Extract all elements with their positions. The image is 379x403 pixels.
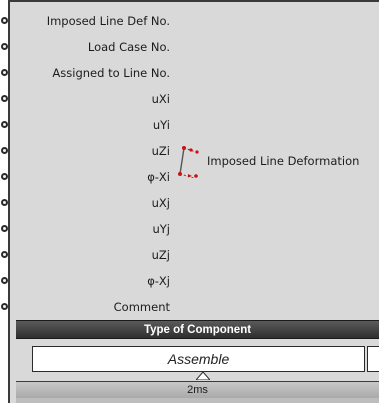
input-grip[interactable] — [1, 199, 8, 206]
grasshopper-component[interactable]: Imposed Line Def No. Load Case No. Assig… — [1, 0, 379, 403]
input-param-uzi[interactable]: uZi — [1, 138, 170, 164]
dropdown-pointer-icon — [196, 372, 210, 380]
canvas: Imposed Line Def No. Load Case No. Assig… — [0, 0, 379, 403]
input-param-phi-xj[interactable]: φ-Xj — [1, 268, 170, 294]
input-param-label: uXi — [151, 92, 170, 106]
component-name-label: Imposed Line Deformation — [207, 154, 360, 168]
input-parameter-list: Imposed Line Def No. Load Case No. Assig… — [1, 8, 170, 320]
input-grip[interactable] — [1, 147, 8, 154]
input-grip[interactable] — [1, 173, 8, 180]
profiler-timing-label: 2ms — [187, 384, 208, 396]
input-param-label: uZi — [151, 144, 170, 158]
input-param-label: Assigned to Line No. — [52, 66, 170, 80]
input-grip[interactable] — [1, 17, 8, 24]
type-of-component-label: Type of Component — [143, 323, 252, 336]
input-param-comment[interactable]: Comment — [1, 294, 170, 320]
input-param-label: Imposed Line Def No. — [46, 14, 170, 28]
component-bottom-edge — [16, 398, 379, 403]
component-type-dropdown[interactable]: Assemble — [32, 346, 365, 372]
input-param-label: uYi — [152, 118, 170, 132]
input-grip[interactable] — [1, 43, 8, 50]
input-grip[interactable] — [1, 69, 8, 76]
input-grip[interactable] — [1, 225, 8, 232]
input-param-assigned-to-line-no[interactable]: Assigned to Line No. — [1, 60, 170, 86]
dropdown-adjacent-box[interactable] — [367, 346, 379, 372]
component-type-value: Assemble — [167, 351, 230, 367]
input-grip[interactable] — [1, 121, 8, 128]
input-grip[interactable] — [1, 251, 8, 258]
input-param-load-case-no[interactable]: Load Case No. — [1, 34, 170, 60]
input-param-uyj[interactable]: uYj — [1, 216, 170, 242]
input-param-imposed-line-def-no[interactable]: Imposed Line Def No. — [1, 8, 170, 34]
profiler-timing-bar: 2ms — [16, 381, 379, 399]
component-title-block: Imposed Line Deformation — [174, 144, 359, 178]
input-param-label: uZj — [151, 248, 170, 262]
type-of-component-header: Type of Component — [16, 320, 379, 339]
input-param-label: uYj — [152, 222, 170, 236]
input-param-uyi[interactable]: uYi — [1, 112, 170, 138]
input-param-label: φ-Xj — [147, 274, 170, 288]
input-param-phi-xi[interactable]: φ-Xi — [1, 164, 170, 190]
input-param-uzj[interactable]: uZj — [1, 242, 170, 268]
input-param-label: Load Case No. — [87, 40, 170, 54]
input-param-label: uXj — [151, 196, 170, 210]
input-grip[interactable] — [1, 95, 8, 102]
input-grip[interactable] — [1, 303, 8, 310]
imposed-line-deformation-icon — [178, 146, 199, 178]
input-grip[interactable] — [1, 277, 8, 284]
input-param-label: φ-Xi — [147, 170, 170, 184]
input-param-label: Comment — [113, 300, 170, 314]
input-param-uxj[interactable]: uXj — [1, 190, 170, 216]
input-param-uxi[interactable]: uXi — [1, 86, 170, 112]
